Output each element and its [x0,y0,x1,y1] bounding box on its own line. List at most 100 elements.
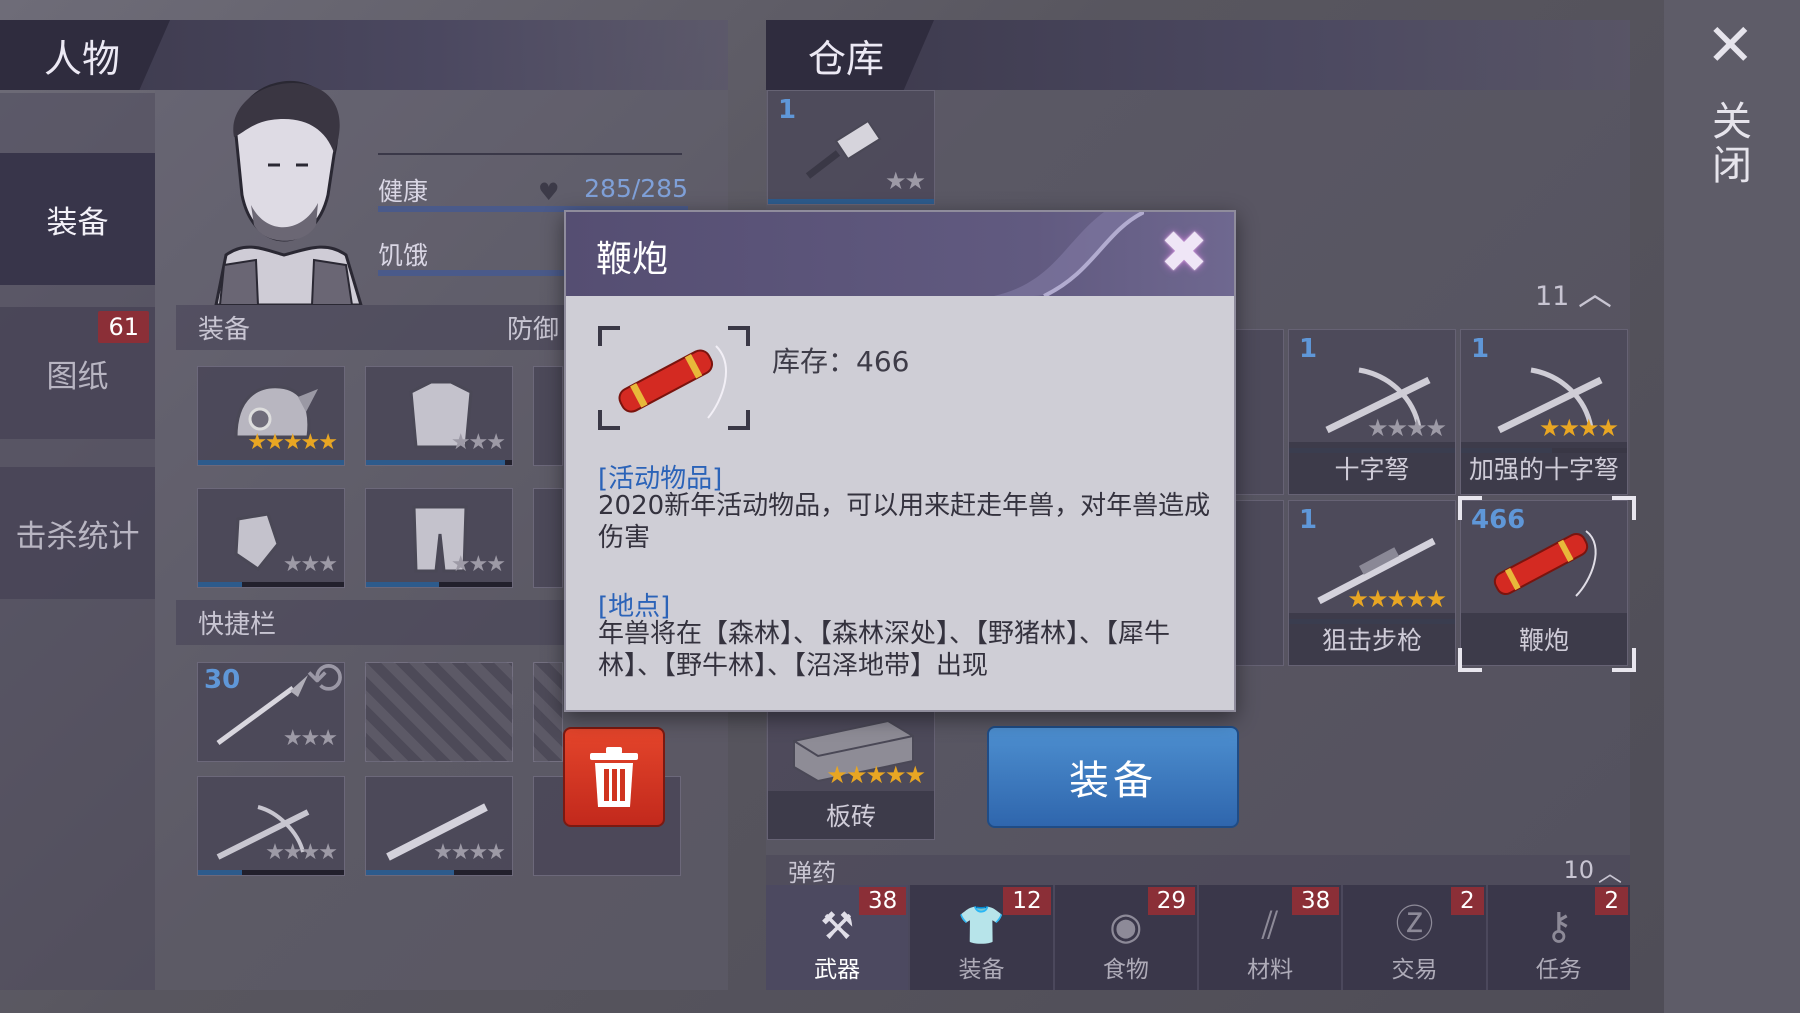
close-icon[interactable]: ✕ [1706,16,1755,74]
character-portrait [214,80,363,305]
tab-trade[interactable]: 2 Ⓩ 交易 [1343,885,1488,990]
nav-tab-equipment[interactable]: 装备 [0,153,155,285]
coin-icon: Ⓩ [1395,902,1434,946]
health-stat: 健康 ♥ 285/285 [378,172,688,212]
equipment-slot-helmet[interactable]: ★★★★★ [197,366,345,466]
modal-body: 库存：466 [活动物品] 2020新年活动物品，可以用来赶走年兽，对年兽造成伤… [566,296,1234,710]
quickbar-slot-locked [365,662,513,762]
modal-title: 鞭炮 [596,239,669,280]
storage-item-cleaver[interactable]: 1 ★★ [767,90,935,205]
nav-tab-label: 装备 [46,204,109,241]
category-tab-bar: 38 ⚒ 武器 12 👕 装备 29 ◉ 食物 38 ⫽ 材料 2 Ⓩ 交易 2… [766,885,1630,990]
trash-icon [590,747,638,807]
tab-label: 食物 [1102,957,1149,983]
health-label: 健康 [378,177,429,206]
tab-equipment[interactable]: 12 👕 装备 [910,885,1055,990]
quickbar-section-label: 快捷栏 [176,600,596,645]
item-stars: ★★★ [450,552,506,577]
character-title: 人物 [0,20,171,90]
left-nav: 装备 图纸 61 击杀统计 [0,93,155,990]
selection-corner [1458,648,1482,672]
modal-header: 鞭炮 ✖ [566,212,1234,296]
item-stars: ★★★★ [433,840,506,865]
equipment-slot-gloves[interactable]: ★★★ [197,488,345,588]
section-count: 11 [1535,281,1570,312]
tab-badge: 2 [1451,887,1484,915]
item-stars: ★★★★★ [247,430,338,455]
location-description: 年兽将在【森林】、【森林深处】、【野猪林】、【犀牛林】、【野牛林】、【沼泽地带】… [598,619,1171,681]
selection-corner [1612,648,1636,672]
chevron-up-icon: ︿ [1577,274,1612,314]
tab-badge: 2 [1595,887,1628,915]
nav-tab-blueprints[interactable]: 图纸 61 [0,307,155,439]
firecracker-icon [1493,530,1597,597]
close-label[interactable]: 关闭 [1712,100,1752,188]
item-name: 鞭炮 [1461,613,1627,665]
tab-food[interactable]: 29 ◉ 食物 [1055,885,1199,990]
item-stars: ★★★ [282,552,338,577]
swap-icon[interactable]: ⟲ [306,653,343,704]
wood-icon: ⫽ [1261,903,1279,947]
tab-badge: 29 [1147,887,1195,915]
item-stars: ★★★★★ [1347,585,1447,613]
tab-label: 武器 [814,957,861,983]
storage-item-sniper-rifle[interactable]: 1 ★★★★★ 狙击步枪 [1288,500,1456,666]
item-stars: ★★★★ [1538,414,1619,442]
item-name: 加强的十字弩 [1461,442,1627,494]
modal-close-icon[interactable]: ✖ [1152,220,1216,284]
storage-item-reinforced-crossbow[interactable]: 1 ★★★★ 加强的十字弩 [1460,329,1628,495]
equipment-slot-3[interactable] [533,366,563,466]
ammo-section-label: 弹药 10 ︿ [766,855,1630,885]
tab-badge: 38 [859,887,907,915]
item-type-description: 2020新年活动物品，可以用来赶走年兽，对年兽造成伤害 [598,491,1211,553]
item-stars: ★★★ [282,726,338,751]
tab-label: 材料 [1247,957,1294,983]
selection-corner [1458,496,1482,520]
item-name: 狙击步枪 [1289,613,1455,665]
storage-panel-header: 仓库 [766,20,1630,90]
axe-icon: ⚒ [820,904,855,948]
meat-icon: ◉ [1109,904,1143,948]
item-stars: ★★★ [450,430,506,455]
nav-tab-label: 击杀统计 [15,518,140,555]
delete-button[interactable] [563,727,665,827]
tab-label: 任务 [1535,957,1582,983]
storage-item-brick[interactable]: ★★★★★ 板砖 [767,700,935,840]
nav-tab-kill-stats[interactable]: 击杀统计 [0,467,155,599]
quickbar-slot-spear[interactable]: 30 ⟲ ★★★ [197,653,345,762]
item-name: 十字弩 [1289,442,1455,494]
storage-title: 仓库 [766,20,935,90]
storage-item-firecracker[interactable]: 466 鞭炮 [1460,500,1628,666]
health-value: 285/285 [584,174,688,203]
equipment-slot-body[interactable]: ★★★ [365,366,513,466]
tab-materials[interactable]: 38 ⫽ 材料 [1199,885,1344,990]
tab-badge: 38 [1292,887,1340,915]
quickbar-slot-crossbow[interactable]: ★★★★ [197,776,345,876]
item-stars: ★★★★ [1366,414,1447,442]
item-name: 板砖 [768,791,934,839]
stat-divider [378,153,682,155]
storage-item-crossbow[interactable]: 1 ★★★★ 十字弩 [1288,329,1456,495]
item-detail-modal: 鞭炮 ✖ 库存：466 [活动物品] 2020新年活动物品，可以用来赶走年兽，对… [564,210,1236,712]
item-stars: ★★★★★ [826,761,926,789]
shirt-icon: 👕 [957,903,1006,947]
chevron-up-icon[interactable]: ︿ [1598,855,1622,886]
tab-weapons[interactable]: 38 ⚒ 武器 [766,885,911,990]
equip-button[interactable]: 装备 [987,726,1239,828]
firecracker-icon [598,326,750,430]
item-stars: ★★★★ [265,840,338,865]
heart-icon: ♥ [538,178,560,206]
nav-tab-label: 图纸 [46,358,109,395]
equipment-slot-6[interactable] [533,488,563,588]
tab-label: 交易 [1391,957,1438,983]
section-collapse-toggle[interactable]: 11 ︿ [1535,266,1612,315]
selection-corner [1612,496,1636,520]
hunger-label: 饥饿 [378,241,429,270]
tab-quests[interactable]: 2 ⚷ 任务 [1488,885,1630,990]
blueprints-badge: 61 [98,311,149,343]
key-icon: ⚷ [1544,904,1573,948]
tab-badge: 12 [1003,887,1051,915]
quickbar-slot-baton[interactable]: ★★★★ [365,776,513,876]
equipment-slot-pants[interactable]: ★★★ [365,488,513,588]
item-stars: ★★ [884,167,926,195]
